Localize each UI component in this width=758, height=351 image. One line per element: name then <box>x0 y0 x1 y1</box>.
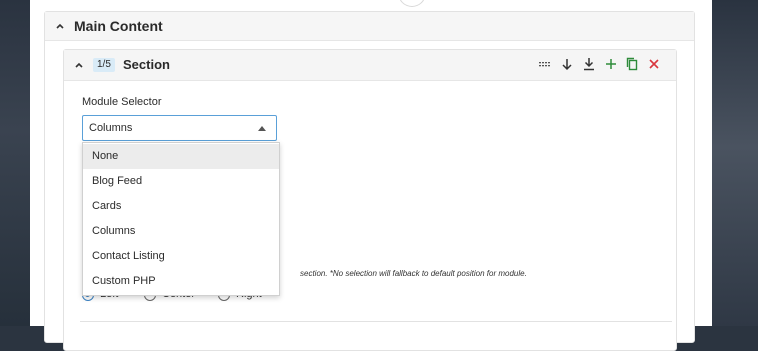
move-to-bottom-icon[interactable] <box>582 57 596 71</box>
move-down-icon[interactable] <box>560 57 574 71</box>
dropdown-option[interactable]: Blog Feed <box>83 169 279 194</box>
chevron-up-icon[interactable] <box>55 21 65 31</box>
dropdown-option[interactable]: Contact Listing <box>83 244 279 269</box>
section-title: Section <box>123 57 170 72</box>
dropdown-option[interactable]: Custom PHP <box>83 269 279 294</box>
duplicate-icon[interactable] <box>625 57 639 71</box>
main-content-header[interactable]: Main Content <box>45 12 694 41</box>
module-selector-select[interactable]: Columns <box>82 115 277 141</box>
dropdown-option[interactable]: Cards <box>83 194 279 219</box>
divider <box>80 321 672 322</box>
dropdown-option[interactable]: None <box>83 144 279 169</box>
module-selector-label: Module Selector <box>82 96 162 108</box>
dropdown-option[interactable]: Columns <box>83 219 279 244</box>
background-right <box>712 0 758 326</box>
main-content-title: Main Content <box>74 18 163 34</box>
drag-handle-icon[interactable] <box>538 57 552 71</box>
section-header[interactable]: 1/5 Section <box>64 50 676 81</box>
module-selector-dropdown: None Blog Feed Cards Columns Contact Lis… <box>82 142 280 296</box>
delete-icon[interactable] <box>647 57 661 71</box>
background-left <box>0 0 30 326</box>
add-icon[interactable] <box>604 57 618 71</box>
module-selector-value: Columns <box>89 122 133 134</box>
editor-panel: Main Content 1/5 Section Module Selector… <box>30 0 712 351</box>
alignment-hint: section. *No selection will fallback to … <box>300 269 527 278</box>
chevron-up-icon[interactable] <box>74 60 84 70</box>
section-index-badge: 1/5 <box>93 58 115 72</box>
caret-up-icon[interactable] <box>258 126 266 131</box>
top-handle[interactable] <box>398 0 426 7</box>
